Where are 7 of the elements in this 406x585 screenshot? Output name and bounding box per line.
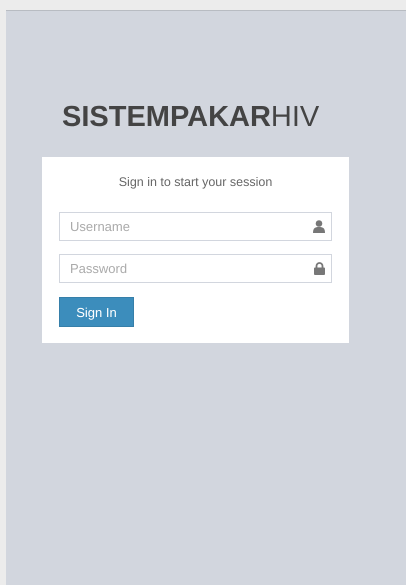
logo-text: SISTEMPAKARHIV <box>62 100 320 135</box>
password-field[interactable]: Password <box>59 254 332 283</box>
user-icon <box>313 220 325 233</box>
lock-icon <box>314 262 325 275</box>
session-message: Sign in to start your session <box>118 175 272 189</box>
username-field[interactable]: Username <box>59 212 332 241</box>
sign-in-button[interactable]: Sign In <box>59 297 134 327</box>
